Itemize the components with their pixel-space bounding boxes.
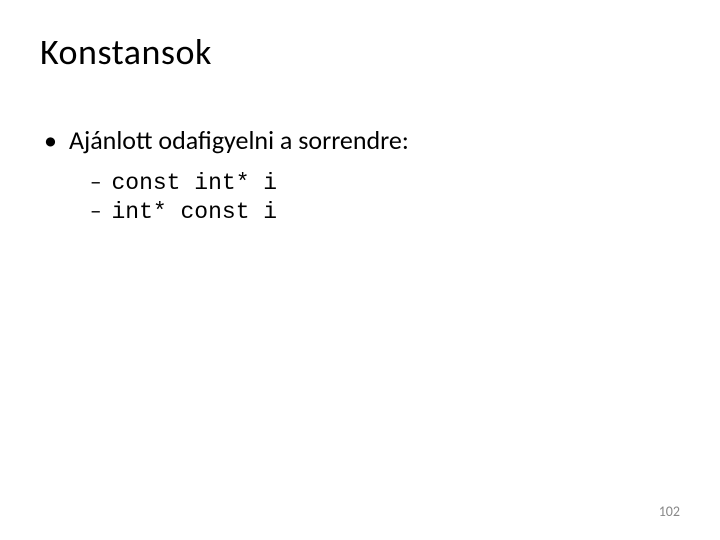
slide-title: Konstansok [40, 30, 680, 74]
bullet-main-text: Ajánlott odafigyelni a sorrendre: [69, 124, 409, 156]
dash-icon: – [90, 197, 101, 225]
code-text-1: const int* i [111, 170, 277, 196]
dash-icon: – [90, 168, 101, 196]
sub-bullet-line-1: – const int* i [90, 168, 680, 196]
bullet-main-line: • Ajánlott odafigyelni a sorrendre: [40, 124, 680, 156]
sub-bullet-line-2: – int* const i [90, 197, 680, 225]
page-number: 102 [659, 503, 680, 520]
bullet-dot-icon: • [44, 127, 57, 153]
code-text-2: int* const i [111, 199, 277, 225]
